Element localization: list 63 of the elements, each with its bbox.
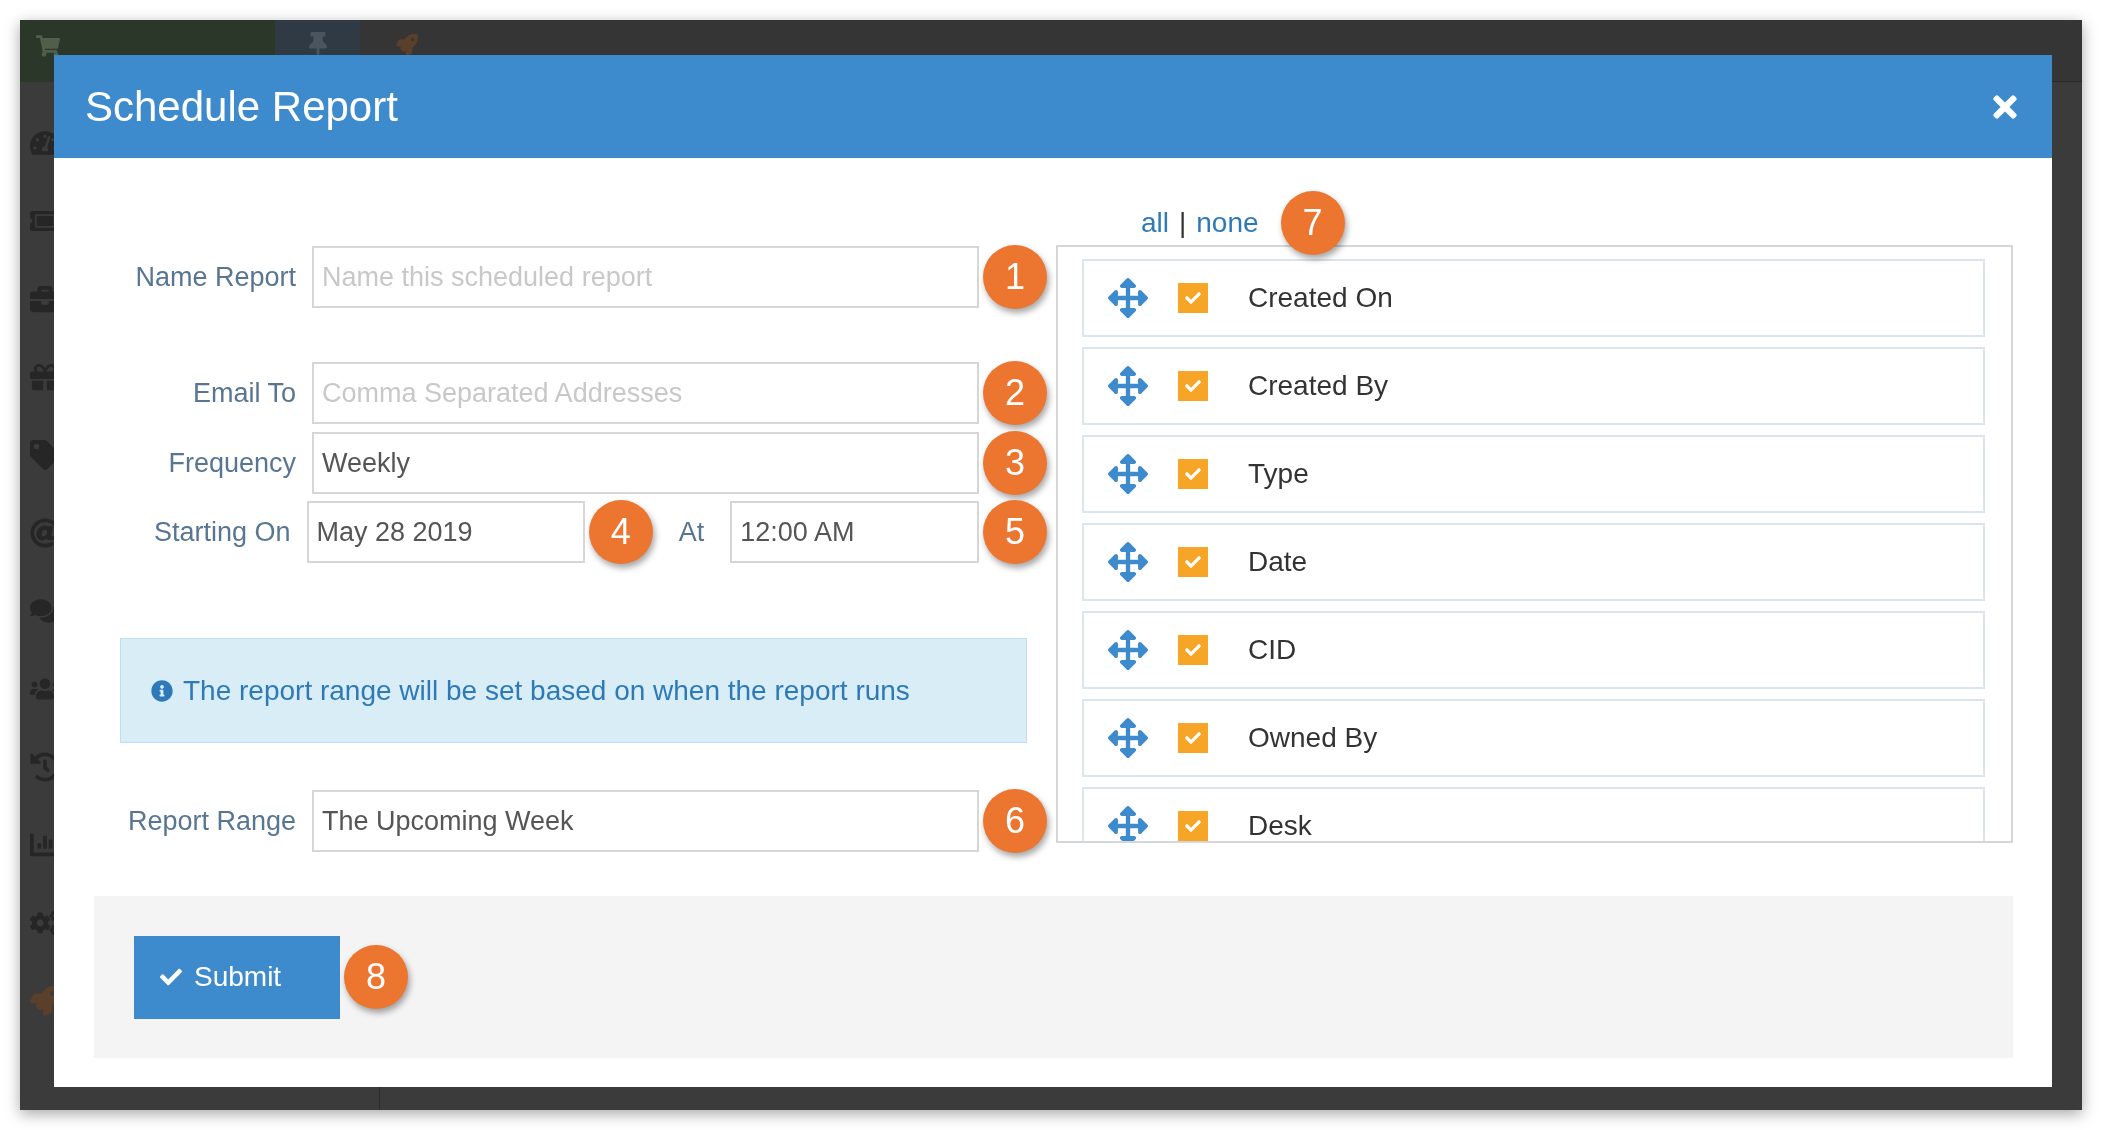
column-label: Owned By (1248, 722, 1378, 754)
drag-handle-icon[interactable] (1108, 278, 1148, 318)
column-item[interactable]: Desk (1082, 787, 1985, 841)
checkbox[interactable] (1178, 459, 1208, 489)
checkbox[interactable] (1178, 811, 1208, 841)
check-icon (1185, 642, 1201, 658)
checkbox[interactable] (1178, 635, 1208, 665)
callout-badge: 6 (983, 789, 1047, 853)
drag-handle-icon[interactable] (1108, 630, 1148, 670)
column-item[interactable]: Created On (1082, 259, 1985, 337)
drag-handle-icon[interactable] (1108, 542, 1148, 582)
check-icon (1185, 466, 1201, 482)
callout-badge: 1 (983, 245, 1047, 309)
drag-handle-icon[interactable] (1108, 454, 1148, 494)
callout-badge: 5 (983, 500, 1047, 564)
check-icon (1185, 554, 1201, 570)
callout-badge: 2 (983, 361, 1047, 425)
field-label: Starting On (152, 516, 291, 548)
column-label: Created By (1248, 370, 1389, 402)
callout-badge: 4 (588, 500, 653, 564)
field-label: Report Range (126, 805, 296, 837)
column-label: Created On (1248, 282, 1393, 314)
separator-text: | (1179, 206, 1187, 239)
dialog-title: Schedule Report (85, 82, 398, 131)
column-item[interactable]: Created By (1082, 347, 1985, 425)
column-label: Type (1248, 458, 1309, 490)
drag-handle-icon[interactable] (1108, 718, 1148, 758)
drag-handle-icon[interactable] (1108, 366, 1148, 406)
field-label: Name Report (134, 261, 296, 293)
column-label: CID (1248, 634, 1297, 666)
checkbox[interactable] (1178, 723, 1208, 753)
info-text: The report range will be set based on when the report runs (183, 674, 910, 707)
callout-badge: 7 (1280, 190, 1345, 255)
field-label: At (678, 516, 705, 548)
column-item[interactable]: Type (1082, 435, 1985, 513)
column-label: Date (1248, 546, 1308, 578)
callout-badge: 8 (344, 945, 408, 1009)
drag-handle-icon[interactable] (1108, 806, 1148, 841)
cart-icon (36, 34, 60, 58)
checkbox[interactable] (1178, 547, 1208, 577)
field-label: Frequency (167, 447, 296, 479)
check-icon (160, 966, 182, 988)
info-icon (151, 679, 173, 702)
time-field[interactable]: 12:00 AM (730, 501, 979, 563)
text-field[interactable]: Weekly (312, 432, 979, 494)
callout-badge: 3 (983, 431, 1047, 495)
check-icon (1185, 290, 1201, 306)
check-icon (1185, 818, 1201, 834)
text-field[interactable]: The Upcoming Week (312, 790, 979, 852)
rocket-icon (396, 34, 418, 56)
column-label: Desk (1248, 810, 1312, 841)
select-all-link[interactable]: all (1141, 206, 1169, 239)
column-item[interactable]: Date (1082, 523, 1985, 601)
select-none-link[interactable]: none (1196, 206, 1259, 239)
submit-button[interactable]: Submit (134, 935, 340, 1019)
checkbox[interactable] (1178, 283, 1208, 313)
date-field[interactable]: May 28 2019 (306, 501, 585, 563)
check-icon (1185, 730, 1201, 746)
field-label: Email To (191, 377, 296, 409)
column-item[interactable]: Owned By (1082, 699, 1985, 777)
checkbox[interactable] (1178, 371, 1208, 401)
check-icon (1185, 378, 1201, 394)
column-item[interactable]: CID (1082, 611, 1985, 689)
